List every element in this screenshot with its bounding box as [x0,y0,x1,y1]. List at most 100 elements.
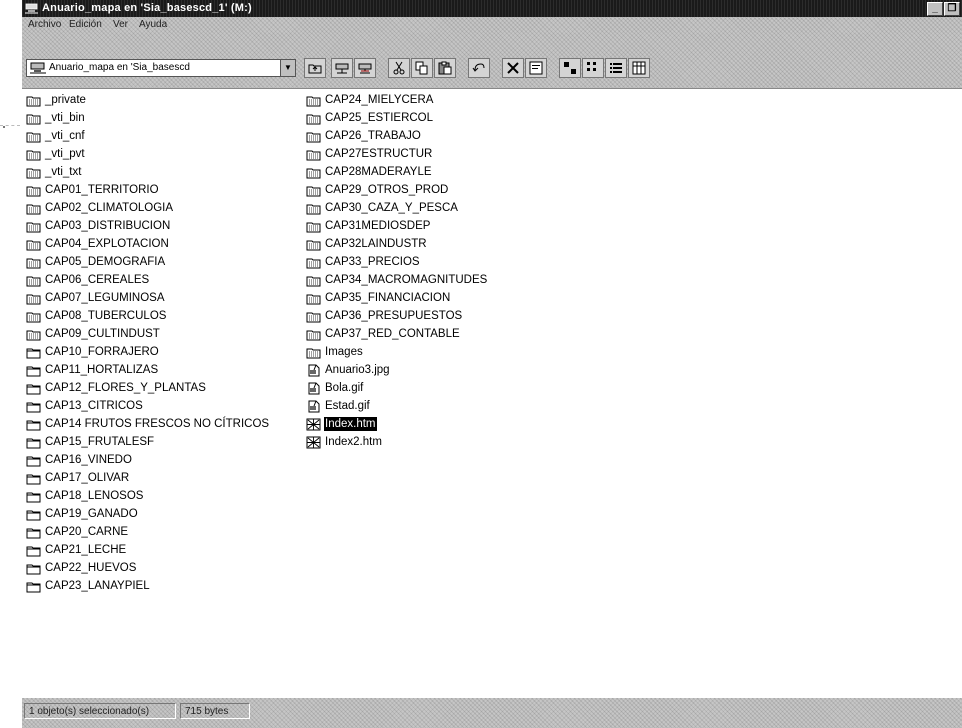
folder-item[interactable]: CAP06_CEREALES [26,271,270,289]
item-label: Anuario3.jpg [325,364,390,376]
folder-item[interactable]: CAP17_OLIVAR [26,469,270,487]
file-item[interactable]: Index.htm [306,415,488,433]
item-label: CAP27ESTRUCTUR [325,148,433,160]
folder-item[interactable]: CAP35_FINANCIACION [306,289,488,307]
folder-item[interactable]: CAP09_CULTINDUST [26,325,270,343]
folder-item[interactable]: CAP12_FLORES_Y_PLANTAS [26,379,270,397]
folder-item[interactable]: CAP19_GANADO [26,505,270,523]
large-icons-button[interactable] [559,58,581,78]
up-folder-button[interactable] [304,58,326,78]
copy-icon [415,61,428,75]
undo-icon [472,63,485,72]
undo-button[interactable] [468,58,490,78]
web-folder-icon [306,328,321,341]
folder-item[interactable]: CAP22_HUEVOS [26,559,270,577]
item-label: CAP37_RED_CONTABLE [325,328,460,340]
folder-item[interactable]: CAP26_TRABAJO [306,127,488,145]
item-label: _vti_cnf [45,130,85,142]
web-folder-icon [306,274,321,287]
chevron-down-icon[interactable]: ▼ [280,60,295,76]
folder-item[interactable]: CAP24_MIELYCERA [306,91,488,109]
web-folder-icon [306,166,321,179]
folder-icon [26,508,41,521]
folder-item[interactable]: CAP08_TUBERCULOS [26,307,270,325]
file-item[interactable]: Anuario3.jpg [306,361,488,379]
disconnect-drive-button[interactable] [354,58,376,78]
delete-button[interactable] [502,58,524,78]
list-view-button[interactable] [605,58,627,78]
web-folder-icon [306,292,321,305]
folder-item[interactable]: CAP18_LENOSOS [26,487,270,505]
folder-item[interactable]: CAP02_CLIMATOLOGIA [26,199,270,217]
folder-item[interactable]: CAP32LAINDUSTR [306,235,488,253]
folder-item[interactable]: CAP34_MACROMAGNITUDES [306,271,488,289]
folder-item[interactable]: CAP03_DISTRIBUCION [26,217,270,235]
folder-item[interactable]: CAP27ESTRUCTUR [306,145,488,163]
folder-item[interactable]: CAP14 FRUTOS FRESCOS NO CÍTRICOS [26,415,270,433]
menu-edicion[interactable]: Edición [69,19,102,30]
web-folder-icon [306,148,321,161]
file-item[interactable]: Bola.gif [306,379,488,397]
folder-item[interactable]: CAP28MADERAYLE [306,163,488,181]
map-drive-button[interactable] [331,58,353,78]
folder-item[interactable]: CAP11_HORTALIZAS [26,361,270,379]
image-file-icon [306,382,321,395]
folder-item[interactable]: CAP31MEDIOSDEP [306,217,488,235]
folder-item[interactable]: CAP15_FRUTALESF [26,433,270,451]
folder-item[interactable]: CAP29_OTROS_PROD [306,181,488,199]
web-folder-icon [26,238,41,251]
file-item[interactable]: Estad.gif [306,397,488,415]
folder-item[interactable]: CAP20_CARNE [26,523,270,541]
title-bar[interactable]: Anuario_mapa en 'Sia_basescd_1' (M:) _ ❐ [22,0,962,17]
folder-item[interactable]: CAP07_LEGUMINOSA [26,289,270,307]
folder-item[interactable]: CAP01_TERRITORIO [26,181,270,199]
folder-item[interactable]: CAP05_DEMOGRAFIA [26,253,270,271]
folder-item[interactable]: _private [26,91,270,109]
cut-button[interactable] [388,58,410,78]
toolbar: Anuario_mapa en 'Sia_basescd ▼ [22,33,962,88]
folder-item[interactable]: CAP10_FORRAJERO [26,343,270,361]
folder-item[interactable]: Images [306,343,488,361]
folder-item[interactable]: _vti_pvt [26,145,270,163]
file-item[interactable]: Index2.htm [306,433,488,451]
folder-item[interactable]: CAP33_PRECIOS [306,253,488,271]
folder-item[interactable]: _vti_cnf [26,127,270,145]
folder-item[interactable]: CAP36_PRESUPUESTOS [306,307,488,325]
web-folder-icon [306,184,321,197]
item-label: CAP34_MACROMAGNITUDES [325,274,488,286]
folder-item[interactable]: CAP16_VINEDO [26,451,270,469]
folder-item[interactable]: CAP37_RED_CONTABLE [306,325,488,343]
folder-item[interactable]: _vti_txt [26,163,270,181]
folder-item[interactable]: CAP04_EXPLOTACION [26,235,270,253]
paste-button[interactable] [434,58,456,78]
copy-button[interactable] [411,58,433,78]
item-label: CAP24_MIELYCERA [325,94,434,106]
minimize-button[interactable]: _ [927,2,943,16]
folder-item[interactable]: CAP13_CITRICOS [26,397,270,415]
menu-ayuda[interactable]: Ayuda [139,19,167,30]
folder-item[interactable]: CAP25_ESTIERCOL [306,109,488,127]
network-drive-icon [25,3,38,14]
properties-button[interactable] [525,58,547,78]
details-view-button[interactable] [628,58,650,78]
menu-archivo[interactable]: Archivo [28,19,61,30]
item-label: CAP33_PRECIOS [325,256,420,268]
menu-ver[interactable]: Ver [113,19,128,30]
folder-item[interactable]: CAP21_LECHE [26,541,270,559]
folder-item[interactable]: CAP23_LANAYPIEL [26,577,270,595]
web-folder-icon [306,130,321,143]
address-combo[interactable]: Anuario_mapa en 'Sia_basescd ▼ [26,59,296,77]
folder-icon [26,346,41,359]
item-label: CAP11_HORTALIZAS [45,364,159,376]
folder-item[interactable]: _vti_bin [26,109,270,127]
small-icons-button[interactable] [582,58,604,78]
item-label: CAP15_FRUTALESF [45,436,155,448]
web-folder-icon [306,220,321,233]
restore-button[interactable]: ❐ [944,2,960,16]
item-label: Bola.gif [325,382,364,394]
web-folder-icon [26,166,41,179]
small-icons-icon [587,62,596,71]
folder-item[interactable]: CAP30_CAZA_Y_PESCA [306,199,488,217]
file-list[interactable]: _private _vti_bin _vti_cnf _vti_pvt _vti_txt… [22,88,962,699]
status-selection: 1 objeto(s) seleccionado(s) [24,703,176,719]
